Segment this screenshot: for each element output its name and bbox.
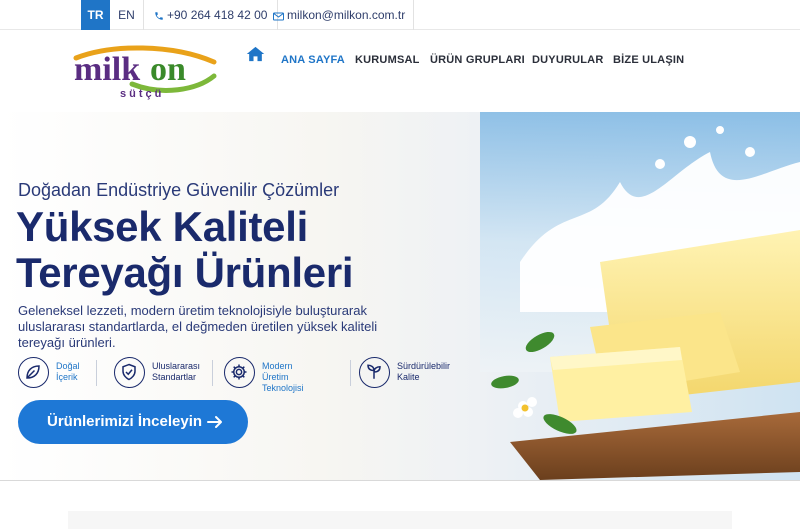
nav-bize-ulasin[interactable]: BİZE ULAŞIN xyxy=(613,54,684,66)
phone-icon xyxy=(154,8,167,22)
view-products-button[interactable]: Ürünlerimizi İnceleyin xyxy=(18,400,248,444)
envelope-icon xyxy=(273,8,287,22)
gear-icon xyxy=(224,357,255,388)
svg-text:sütçü: sütçü xyxy=(120,88,164,100)
language-en[interactable]: EN xyxy=(110,0,144,30)
cta-label: Ürünlerimizi İnceleyin xyxy=(47,413,203,430)
shield-check-icon xyxy=(114,357,145,388)
phone-number: +90 264 418 42 00 xyxy=(167,8,268,22)
milkon-logo[interactable]: milk on sütçü xyxy=(72,40,222,100)
language-tr[interactable]: TR xyxy=(81,0,110,30)
email-address: milkon@milkon.com.tr xyxy=(287,8,406,22)
headline-line-1: Yüksek Kaliteli xyxy=(16,203,308,250)
svg-text:on: on xyxy=(150,51,186,88)
leaf-icon xyxy=(18,357,49,388)
email-link[interactable]: milkon@milkon.com.tr xyxy=(273,0,415,30)
phone-link[interactable]: +90 264 418 42 00 xyxy=(154,0,279,30)
logo-brand-text: milk xyxy=(74,51,140,88)
hero-banner: Doğadan Endüstriye Güvenilir Çözümler Yü… xyxy=(0,112,800,480)
next-section xyxy=(0,480,800,529)
hero-headline: Yüksek Kaliteli Tereyağı Ürünleri xyxy=(16,203,354,296)
butter-image xyxy=(480,112,800,480)
site-header: milk on sütçü ANA SAYFA KURUMSAL ÜRÜN GR… xyxy=(0,30,800,112)
arrow-right-icon xyxy=(207,416,222,428)
headline-line-2: Tereyağı Ürünleri xyxy=(16,249,354,296)
hero-description: Geleneksel lezzeti, modern üretim teknol… xyxy=(18,303,378,350)
nav-urun-gruplari[interactable]: ÜRÜN GRUPLARI xyxy=(430,54,525,66)
sprout-icon xyxy=(359,357,390,388)
home-icon[interactable] xyxy=(246,46,265,67)
section-card xyxy=(68,511,732,529)
nav-ana-sayfa[interactable]: ANA SAYFA xyxy=(281,54,345,66)
hero-subtitle: Doğadan Endüstriye Güvenilir Çözümler xyxy=(18,180,340,200)
top-bar: TR EN +90 264 418 42 00 milkon@milkon.co… xyxy=(0,0,800,30)
nav-duyurular[interactable]: DUYURULAR xyxy=(532,54,603,66)
nav-kurumsal[interactable]: KURUMSAL xyxy=(355,54,420,66)
